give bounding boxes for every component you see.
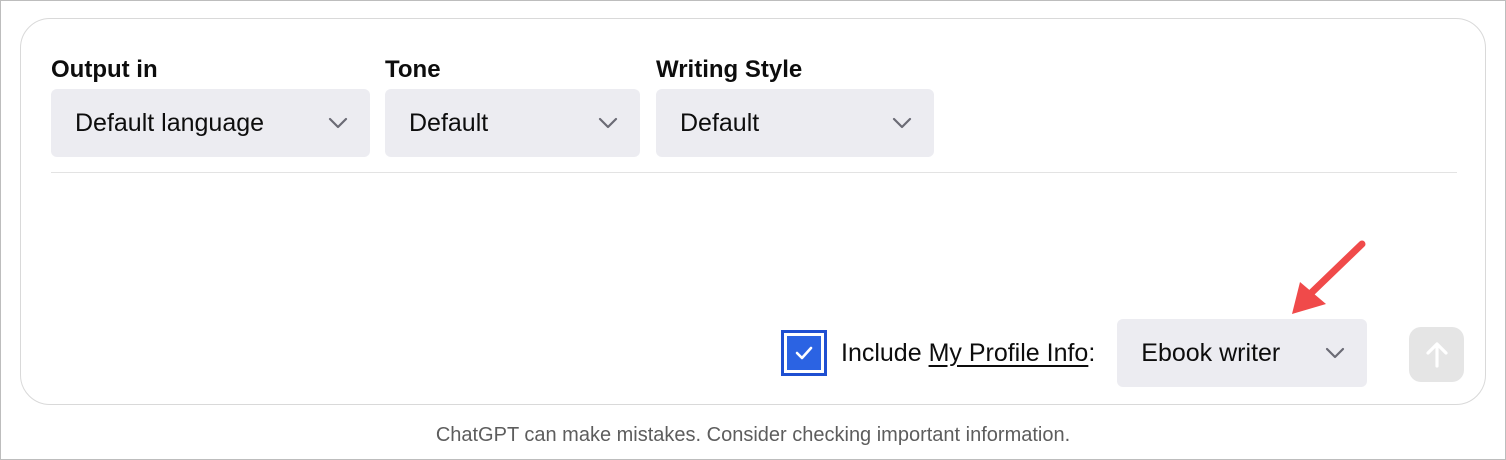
output-language-label: Output in [51,56,158,83]
tone-value: Default [409,108,489,137]
disclaimer-text: ChatGPT can make mistakes. Consider chec… [435,424,1071,446]
checkbox-fill [787,336,821,370]
writing-style-select[interactable]: Default [656,89,934,157]
section-divider [51,172,1457,173]
check-icon [795,346,813,360]
profile-row: Include My Profile Info: Ebook writer [781,319,1368,387]
output-language-field: Output in Default language [51,55,370,157]
tone-field: Tone Default [385,55,640,157]
send-button[interactable] [1409,327,1464,382]
arrow-up-icon [1425,341,1448,368]
prompt-composer: Output in Default language Tone Default … [20,18,1486,405]
writing-style-label: Writing Style [656,56,803,83]
include-profile-label: Include My Profile Info: [841,339,1095,368]
output-language-select[interactable]: Default language [51,89,370,157]
chevron-down-icon [328,113,348,133]
output-language-value: Default language [75,108,265,137]
chevron-down-icon [892,113,912,133]
writing-style-value: Default [680,108,760,137]
profile-select[interactable]: Ebook writer [1117,319,1368,387]
include-profile-checkbox[interactable] [781,330,827,376]
chevron-down-icon [598,113,618,133]
writing-style-field: Writing Style Default [656,55,934,157]
profile-select-value: Ebook writer [1141,338,1281,367]
my-profile-info-link[interactable]: My Profile Info [929,339,1089,367]
include-suffix: : [1088,338,1096,367]
chevron-down-icon [1325,343,1345,363]
include-prefix: Include [841,338,929,367]
tone-select[interactable]: Default [385,89,640,157]
tone-label: Tone [385,56,441,83]
